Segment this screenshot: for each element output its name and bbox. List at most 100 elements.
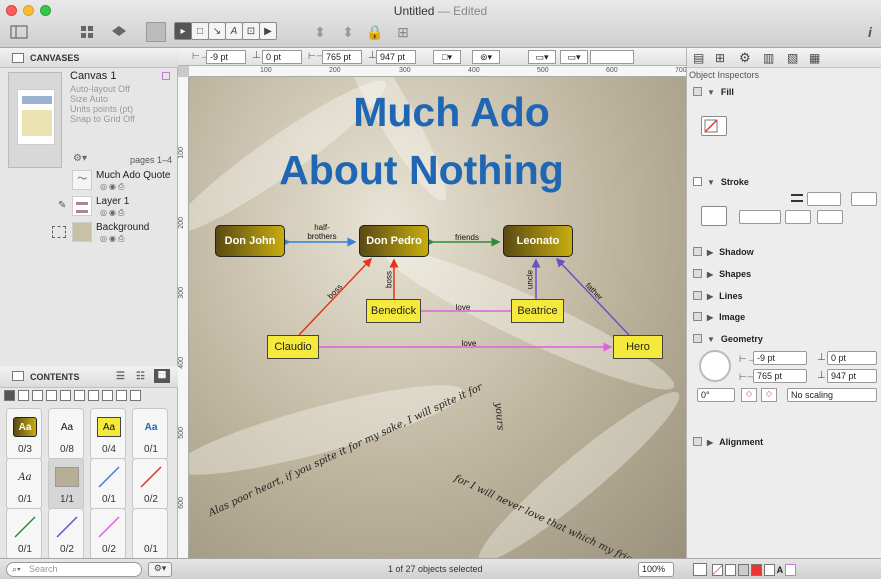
layer-visibility-icons[interactable]: ◎◉⎙: [100, 234, 126, 244]
properties-inspector-icon[interactable]: ⊞: [715, 51, 725, 65]
style-cell-7[interactable]: 0/1: [90, 458, 126, 510]
stroke-pattern-picker[interactable]: [739, 210, 781, 224]
magnet-picker[interactable]: ⊚▾: [472, 50, 500, 64]
shadow-style-icon[interactable]: [737, 563, 749, 576]
style-cell-3[interactable]: Aa 0/4: [90, 408, 126, 460]
canvas-inspector-icon[interactable]: ▥: [763, 51, 774, 65]
filter-notes-icon[interactable]: [130, 390, 141, 401]
shape-picker[interactable]: □▾: [433, 50, 461, 64]
style-inspector-icon[interactable]: ▤: [693, 51, 704, 65]
image-section[interactable]: ▶ Image: [687, 307, 881, 327]
node-leonato[interactable]: Leonato: [503, 225, 573, 257]
node-benedick[interactable]: Benedick: [366, 299, 421, 323]
geometry-height-field[interactable]: 947 pt: [827, 369, 877, 383]
shadow-section[interactable]: ▶ Shadow: [687, 242, 881, 262]
group-icon[interactable]: ⊞: [395, 22, 411, 42]
rotation-dial[interactable]: [699, 350, 731, 382]
text-tool-button[interactable]: A: [225, 22, 243, 40]
style-cell-4[interactable]: Aa 0/1: [132, 408, 168, 460]
canvas-settings-icon[interactable]: ⚙▾: [73, 153, 87, 164]
geometry-y-field[interactable]: 0 pt: [827, 351, 877, 365]
scaling-select[interactable]: No scaling: [787, 388, 877, 402]
stroke-picker[interactable]: ▭▾: [528, 50, 556, 64]
style-cell-10[interactable]: 0/2: [48, 508, 84, 560]
filter-tables-icon[interactable]: [88, 390, 99, 401]
document-inspector-icon[interactable]: ▧: [787, 51, 798, 65]
height-field[interactable]: 947 pt: [376, 50, 416, 64]
node-hero[interactable]: Hero: [613, 335, 663, 359]
stroke-style-picker[interactable]: [851, 192, 877, 206]
x-position-field[interactable]: -9 pt: [206, 50, 246, 64]
fill-style-icon[interactable]: [712, 563, 723, 576]
grid-inspector-icon[interactable]: ▦: [809, 51, 820, 65]
info-icon[interactable]: i: [862, 22, 878, 42]
canvas-page[interactable]: Much Ado About Nothing Don John Don Pedr…: [189, 77, 686, 558]
lock-icon[interactable]: 🔒: [366, 22, 383, 42]
canvas-thumbnail[interactable]: [8, 72, 62, 168]
node-claudio[interactable]: Claudio: [267, 335, 319, 359]
width-field[interactable]: 765 pt: [322, 50, 362, 64]
zoom-select[interactable]: 100%: [638, 562, 674, 577]
node-don-pedro[interactable]: Don Pedro: [359, 225, 429, 257]
line-tool-button[interactable]: ↘: [208, 22, 226, 40]
style-cell-9[interactable]: 0/1: [6, 508, 42, 560]
stroke-color-well[interactable]: [701, 206, 727, 226]
layer-row-layer-1[interactable]: ✎ Layer 1 ◎◉⎙: [0, 194, 178, 220]
style-cell-6[interactable]: 1/1: [48, 458, 84, 510]
action-gear-button[interactable]: ⚙▾: [148, 562, 172, 577]
flip-horizontal-icon[interactable]: ◇: [741, 388, 757, 402]
gear-icon[interactable]: ⚙: [739, 50, 751, 66]
y-position-field[interactable]: 0 pt: [262, 50, 302, 64]
quote-part-2[interactable]: yours: [492, 402, 505, 431]
filter-lines-icon[interactable]: [32, 390, 43, 401]
diagram-tool-button[interactable]: ⊡: [242, 22, 260, 40]
send-back-icon[interactable]: ⬍: [340, 22, 356, 42]
fill-color-well[interactable]: [701, 116, 727, 136]
style-cell-11[interactable]: 0/2: [90, 508, 126, 560]
stencils-icon[interactable]: [78, 22, 96, 42]
layer-row-background[interactable]: Background ◎◉⎙: [0, 220, 178, 246]
shapes-section[interactable]: ▶ Shapes: [687, 264, 881, 284]
stroke-start-picker[interactable]: [785, 210, 811, 224]
filter-images-icon[interactable]: [46, 390, 57, 401]
selection-tool-button[interactable]: ▸: [174, 22, 192, 40]
stroke-end-picker[interactable]: [817, 210, 843, 224]
stroke-section[interactable]: ▼ Stroke: [687, 172, 881, 192]
fill-picker[interactable]: ▭▾: [560, 50, 588, 64]
layers-icon[interactable]: [110, 22, 128, 42]
filter-graphics-icon[interactable]: [102, 390, 113, 401]
grid-view-icon[interactable]: ▦: [154, 369, 170, 383]
outline-view-icon[interactable]: ☷: [136, 371, 145, 382]
filter-shapes-icon[interactable]: [18, 390, 29, 401]
alignment-section[interactable]: ▶ Alignment: [687, 432, 881, 452]
search-field[interactable]: ⌕▾ Search: [6, 562, 142, 577]
geometry-x-field[interactable]: -9 pt: [753, 351, 807, 365]
node-don-john[interactable]: Don John: [215, 225, 285, 257]
layer-visibility-icons[interactable]: ◎◉⎙: [100, 208, 126, 218]
browse-tool-button[interactable]: ▶: [259, 22, 277, 40]
canvas-add-icon[interactable]: [162, 72, 170, 80]
filter-text-icon[interactable]: [60, 390, 71, 401]
magnet-style-icon[interactable]: [785, 563, 797, 576]
style-cell-12[interactable]: 0/1: [132, 508, 168, 560]
text-style-icon[interactable]: A: [777, 565, 784, 575]
style-cell-8[interactable]: 0/2: [132, 458, 168, 510]
extra-field[interactable]: [590, 50, 634, 64]
filter-all-icon[interactable]: [4, 390, 15, 401]
style-cell-5[interactable]: Aa 0/1: [6, 458, 42, 510]
layer-row-much-ado-quote[interactable]: 〜 Much Ado Quote ◎◉⎙: [0, 168, 178, 194]
bring-front-icon[interactable]: ⬍: [312, 22, 328, 42]
rotation-field[interactable]: 0°: [697, 388, 735, 402]
line-style-icon[interactable]: [724, 563, 736, 576]
layer-visibility-icons[interactable]: ◎◉⎙: [100, 182, 126, 192]
lines-section[interactable]: ▶ Lines: [687, 286, 881, 306]
node-beatrice[interactable]: Beatrice: [511, 299, 564, 323]
stroke-width-field[interactable]: [807, 192, 841, 206]
list-view-icon[interactable]: ☰: [116, 371, 125, 382]
style-cell-1[interactable]: Aa 0/3: [6, 408, 42, 460]
flip-vertical-icon[interactable]: ◇: [761, 388, 777, 402]
geometry-width-field[interactable]: 765 pt: [753, 369, 807, 383]
fill-section[interactable]: ▼ Fill: [687, 82, 881, 102]
page-layout-icon[interactable]: [693, 563, 707, 576]
canvas-name[interactable]: Canvas 1: [70, 70, 116, 82]
